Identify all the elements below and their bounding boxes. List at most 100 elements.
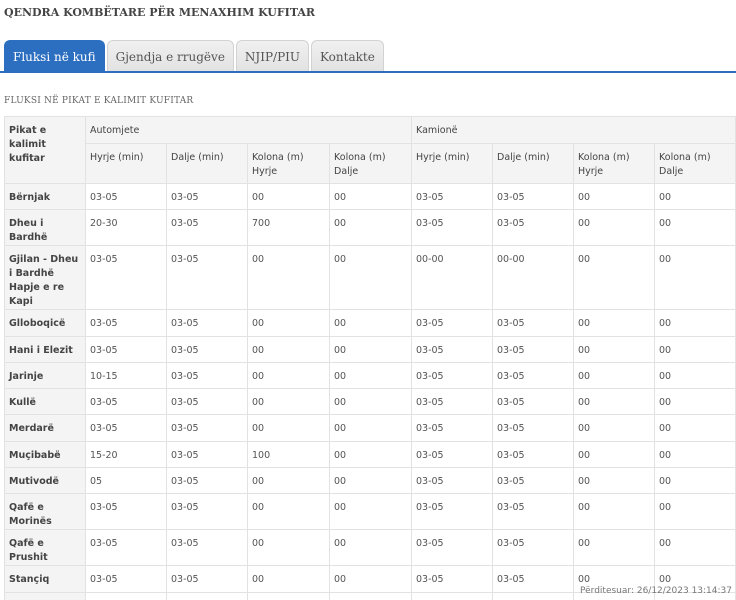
table-cell: 03-05	[85, 182, 167, 211]
table-cell: 03-05	[166, 182, 248, 211]
tab-underline	[0, 71, 736, 73]
table-cell: 03-05	[85, 591, 167, 600]
border-crossing-name: Gjilan - Dheu i Bardhë Hapje e re Kapi	[4, 245, 86, 311]
table-cell: 00	[653, 388, 736, 416]
table-cell: 03-05	[411, 591, 493, 600]
tab-njip-piu[interactable]: NJIP/PIU	[235, 40, 310, 72]
column-header-place: Pikat e kalimit kufitar	[4, 116, 86, 184]
table-cell: 00	[247, 565, 330, 593]
table-cell: 03-05	[411, 440, 493, 469]
table-cell: 03-05	[411, 493, 493, 531]
table-cell: 03-05	[411, 388, 493, 416]
table-cell: 03-05	[166, 388, 248, 416]
table-cell: 00	[329, 529, 412, 567]
table-cell: 03-05	[166, 467, 248, 495]
table-cell: 03-05	[166, 591, 248, 600]
table-cell: 00	[573, 361, 655, 390]
table-cell: 00	[653, 309, 736, 337]
table-cell: 00	[573, 440, 655, 469]
table-cell: 00	[329, 388, 412, 416]
table-row: Muçibabë 15-20 03-05 100 00 03-05 03-05 00 00	[4, 440, 736, 469]
border-crossing-name: Muçibabë	[4, 440, 86, 469]
table-cell: 00	[329, 493, 412, 531]
table-cell: 00	[247, 335, 330, 363]
border-crossing-name: Merdarë	[4, 414, 86, 442]
table-body: Bërnjak 03-05 03-05 00 00 03-05 03-05 00 00 Dheu …	[4, 182, 736, 600]
table-cell: 100	[247, 440, 330, 469]
table-cell: 03-05	[85, 309, 167, 337]
border-crossing-name: Hani i Elezit	[4, 335, 86, 363]
table-cell: 00	[653, 440, 736, 469]
table-cell: 03-05	[85, 388, 167, 416]
table-cell: 15-20	[85, 440, 167, 469]
table-cell: 00	[247, 388, 330, 416]
column-header: Kolona (m) Dalje	[329, 143, 412, 184]
table-row: Merdarë 03-05 03-05 00 00 03-05 03-05 00 00	[4, 414, 736, 442]
table-cell: 03-05	[492, 591, 574, 600]
section-title: FLUKSI NË PIKAT E KALIMIT KUFITAR	[4, 96, 194, 106]
table-cell: 20-30	[85, 209, 167, 247]
table-cell: 00	[653, 414, 736, 442]
table-cell: 03-05	[411, 209, 493, 247]
table-cell: 00-00	[492, 245, 574, 311]
group-header-kamione: Kamionë	[410, 116, 736, 144]
table-cell: 00	[329, 467, 412, 495]
table-cell: 00	[247, 309, 330, 337]
table-cell: 00	[329, 440, 412, 469]
table-cell: 00-00	[411, 245, 493, 311]
table-cell: 03-05	[166, 440, 248, 469]
border-crossing-name: Qafë e Prushit	[4, 529, 86, 567]
table-cell: 03-05	[166, 529, 248, 567]
table-cell: 10-15	[85, 361, 167, 390]
table-row: Gjilan - Dheu i Bardhë Hapje e re Kapi 03…	[4, 245, 736, 311]
table-row: Qafë e Prushit 03-05 03-05 00 00 03-05 03-05 00…	[4, 529, 736, 567]
column-header: Hyrje (min)	[85, 143, 167, 184]
table-cell: 03-05	[492, 493, 574, 531]
table-cell: 00	[653, 335, 736, 363]
table-cell: 00	[573, 467, 655, 495]
tab-gjendja-e-rrugeve[interactable]: Gjendja e rrugëve	[106, 40, 234, 72]
table-cell: 03-05	[411, 182, 493, 211]
table-cell: 00	[329, 335, 412, 363]
table-cell: 03-05	[411, 335, 493, 363]
table-cell: 03-05	[492, 440, 574, 469]
table-cell: 00	[247, 493, 330, 531]
border-crossing-name: Bërnjak	[4, 182, 86, 211]
border-flow-table: Pikat e kalimit kufitar Automjete Kamion…	[4, 116, 736, 600]
table-cell: 00	[329, 414, 412, 442]
table-cell: 03-05	[166, 361, 248, 390]
table-cell: 00	[573, 245, 655, 311]
border-crossing-name: Vërmicë	[4, 591, 86, 600]
table-cell: 00	[329, 245, 412, 311]
group-header-automjete: Automjete	[85, 116, 412, 144]
table-cell: 03-05	[492, 565, 574, 593]
border-crossing-name: Kullë	[4, 388, 86, 416]
table-cell: 03-05	[85, 335, 167, 363]
table-cell: 00	[573, 388, 655, 416]
table-cell: 00	[247, 182, 330, 211]
table-cell: 00	[573, 182, 655, 211]
table-cell: 03-05	[411, 529, 493, 567]
table-cell: 00	[247, 529, 330, 567]
table-row: Jarinje 10-15 03-05 00 00 03-05 03-05 00 00	[4, 361, 736, 390]
page-title: QENDRA KOMBËTARE PËR MENAXHIM KUFITAR	[4, 6, 316, 19]
table-cell: 03-05	[85, 414, 167, 442]
table-cell: 03-05	[85, 565, 167, 593]
last-updated: Përditesuar: 26/12/2023 13:14:37	[580, 586, 732, 596]
table-row: Hani i Elezit 03-05 03-05 00 00 03-05 03-05 00 0…	[4, 335, 736, 363]
tab-fluksi-ne-kufi[interactable]: Fluksi në kufi	[4, 40, 105, 72]
table-cell: 00	[329, 591, 412, 600]
table-cell: 00	[329, 209, 412, 247]
table-cell: 03-05	[166, 414, 248, 442]
table-cell: 00	[573, 414, 655, 442]
border-crossing-name: Glloboqicë	[4, 309, 86, 337]
column-header: Dalje (min)	[492, 143, 574, 184]
table-cell: 03-05	[166, 309, 248, 337]
table-cell: 00	[247, 361, 330, 390]
table-row: Kullë 03-05 03-05 00 00 03-05 03-05 00 00	[4, 388, 736, 416]
border-crossing-name: Dheu i Bardhë	[4, 209, 86, 247]
table-cell: 03-05	[411, 565, 493, 593]
table-cell: 00	[653, 182, 736, 211]
tab-kontakte[interactable]: Kontakte	[311, 40, 384, 72]
column-header: Kolona (m) Hyrje	[573, 143, 655, 184]
